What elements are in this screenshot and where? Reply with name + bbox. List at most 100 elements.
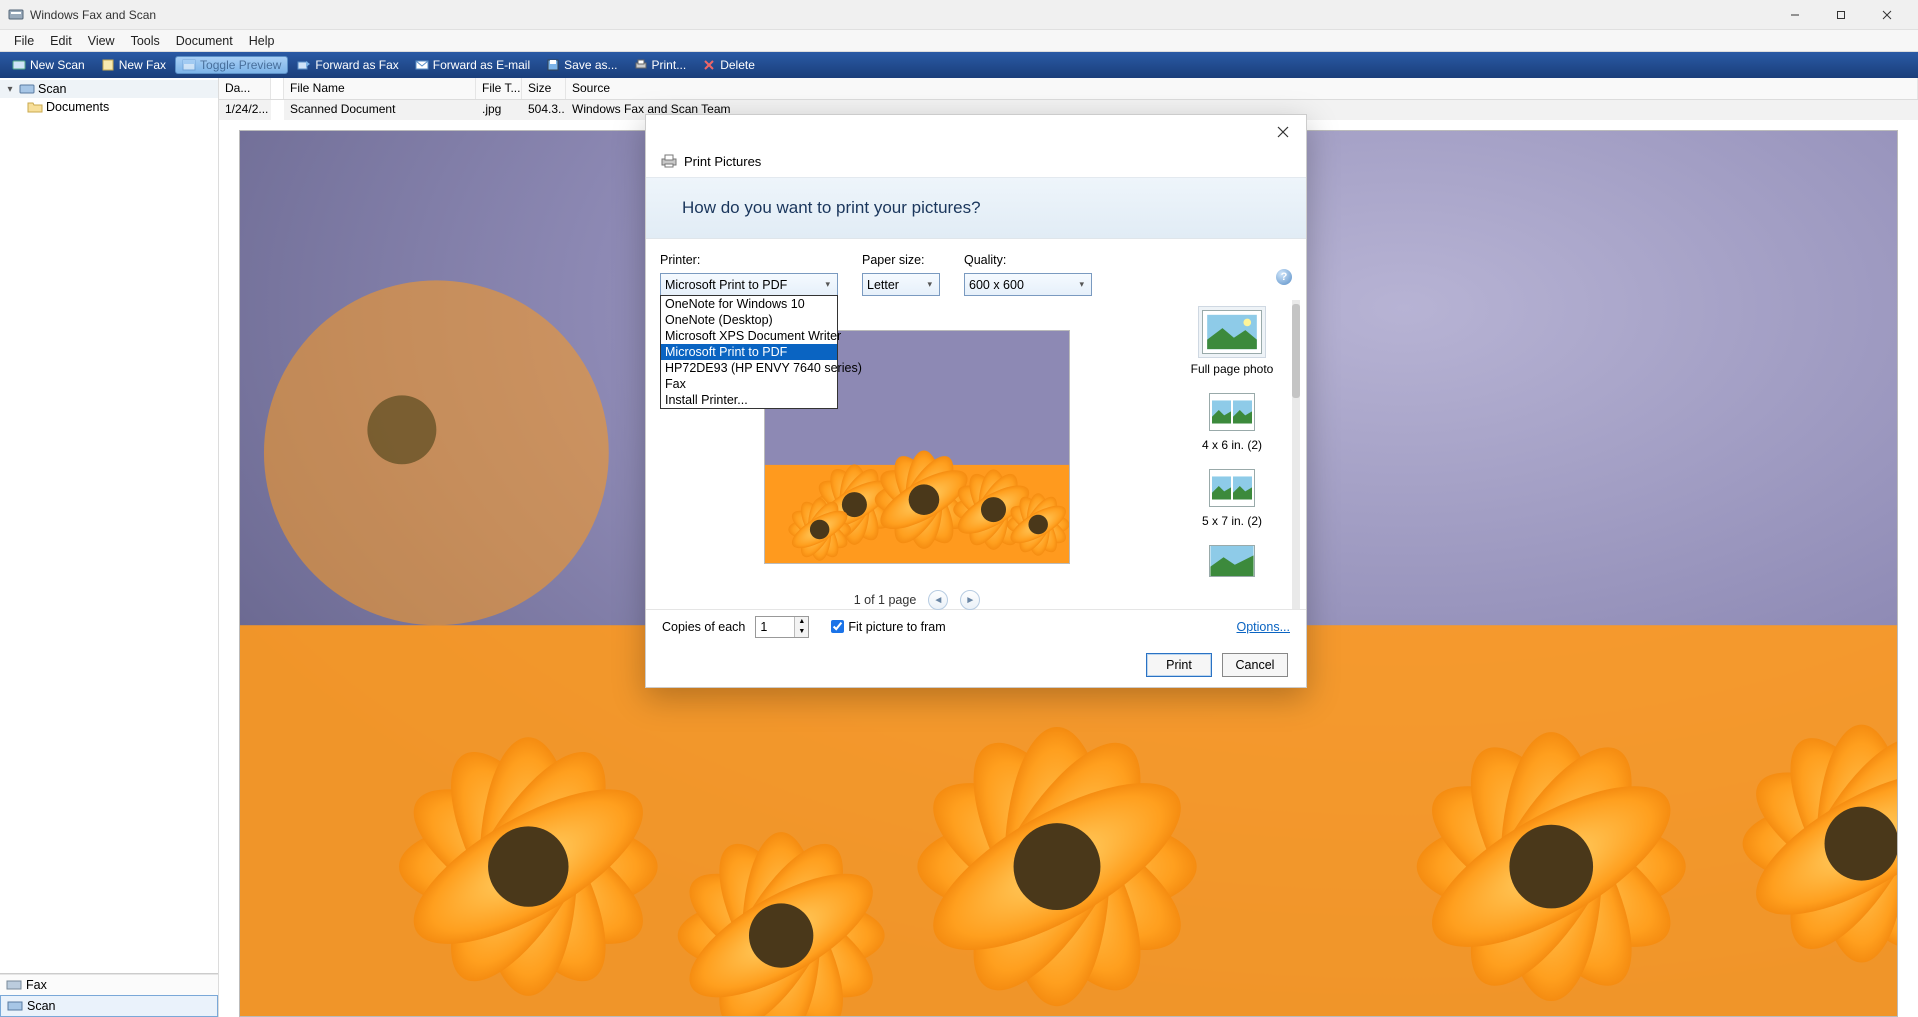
col-size[interactable]: Size: [522, 78, 566, 99]
printer-option[interactable]: Fax: [661, 376, 837, 392]
printer-option[interactable]: OneNote (Desktop): [661, 312, 837, 328]
new-fax-button[interactable]: New Fax: [94, 56, 173, 74]
pager-text: 1 of 1 page: [854, 593, 917, 607]
layout-full-label: Full page photo: [1191, 362, 1274, 376]
help-icon[interactable]: ?: [1276, 269, 1292, 285]
forward-fax-button[interactable]: Forward as Fax: [290, 56, 405, 74]
bottom-tab-scan-label: Scan: [27, 999, 56, 1013]
bottom-tab-fax[interactable]: Fax: [0, 974, 218, 995]
scrollbar-thumb[interactable]: [1292, 304, 1300, 398]
col-sort-indicator: [271, 78, 284, 99]
dialog-title: Print Pictures: [684, 154, 761, 169]
folder-icon: [27, 99, 43, 115]
chevron-down-icon: ▾: [1076, 279, 1087, 290]
left-nav: ▾ Scan Documents Fax Scan: [0, 78, 219, 1017]
close-button[interactable]: [1864, 0, 1910, 30]
printer-option[interactable]: HP72DE93 (HP ENVY 7640 series): [661, 360, 837, 376]
copies-label: Copies of each: [662, 620, 745, 634]
layout-more[interactable]: [1206, 542, 1258, 580]
paper-size-select[interactable]: Letter ▾: [862, 273, 940, 296]
fax-icon: [101, 58, 115, 72]
new-scan-button[interactable]: New Scan: [5, 56, 92, 74]
app-icon: [8, 7, 24, 23]
layout-4x6[interactable]: 4 x 6 in. (2): [1202, 390, 1262, 452]
print-icon: [634, 58, 648, 72]
copies-spinner[interactable]: ▲ ▼: [755, 616, 809, 638]
printer-dropdown: OneNote for Windows 10 OneNote (Desktop)…: [660, 295, 838, 409]
options-link[interactable]: Options...: [1237, 620, 1291, 634]
print-pictures-dialog: Print Pictures How do you want to print …: [645, 114, 1307, 688]
delete-icon: [702, 58, 716, 72]
fit-picture-checkbox[interactable]: [831, 620, 844, 633]
chevron-down-icon: ▾: [822, 279, 833, 290]
printer-selected-value: Microsoft Print to PDF: [665, 278, 787, 292]
fax-small-icon: [6, 978, 22, 992]
dialog-close-button[interactable]: [1268, 119, 1298, 145]
forward-fax-icon: [297, 58, 311, 72]
forward-email-icon: [415, 58, 429, 72]
dialog-heading: How do you want to print your pictures?: [646, 177, 1306, 239]
next-page-button[interactable]: ►: [960, 590, 980, 610]
maximize-button[interactable]: [1818, 0, 1864, 30]
printer-select[interactable]: Microsoft Print to PDF ▾: [660, 273, 838, 296]
menu-help[interactable]: Help: [241, 32, 283, 50]
preview-icon: [182, 58, 196, 72]
paper-label: Paper size:: [862, 253, 940, 267]
tree-item-documents[interactable]: Documents: [0, 98, 218, 116]
copies-up-button[interactable]: ▲: [794, 617, 808, 627]
quality-select[interactable]: 600 x 600 ▾: [964, 273, 1092, 296]
copies-down-button[interactable]: ▼: [794, 627, 808, 637]
bottom-tab-scan[interactable]: Scan: [0, 995, 218, 1017]
forward-email-button[interactable]: Forward as E-mail: [408, 56, 537, 74]
minimize-button[interactable]: [1772, 0, 1818, 30]
print-confirm-button[interactable]: Print: [1146, 653, 1212, 677]
quality-label: Quality:: [964, 253, 1092, 267]
toolbar: New Scan New Fax Toggle Preview Forward …: [0, 52, 1918, 78]
printer-option[interactable]: Microsoft XPS Document Writer: [661, 328, 837, 344]
menu-file[interactable]: File: [6, 32, 42, 50]
tree-root-label: Scan: [38, 82, 67, 96]
layout-5x7[interactable]: 5 x 7 in. (2): [1202, 466, 1262, 528]
printer-label: Printer:: [660, 253, 838, 267]
printer-option[interactable]: OneNote for Windows 10: [661, 296, 837, 312]
printer-option-selected[interactable]: Microsoft Print to PDF: [661, 344, 837, 360]
cancel-button[interactable]: Cancel: [1222, 653, 1288, 677]
col-filename[interactable]: File Name: [284, 78, 476, 99]
bottom-tab-fax-label: Fax: [26, 978, 47, 992]
menu-tools[interactable]: Tools: [123, 32, 168, 50]
quality-selected-value: 600 x 600: [969, 278, 1024, 292]
menu-view[interactable]: View: [80, 32, 123, 50]
layouts-scrollbar[interactable]: [1292, 300, 1300, 609]
cell-filetype: .jpg: [476, 100, 522, 120]
content-area: Da... File Name File T... Size Source 1/…: [219, 78, 1918, 1017]
paper-selected-value: Letter: [867, 278, 899, 292]
tree-item-label: Documents: [46, 100, 109, 114]
toggle-preview-button[interactable]: Toggle Preview: [175, 56, 288, 74]
col-date[interactable]: Da...: [219, 78, 271, 99]
menu-document[interactable]: Document: [168, 32, 241, 50]
layout-4x6-label: 4 x 6 in. (2): [1202, 438, 1262, 452]
menu-bar: File Edit View Tools Document Help: [0, 30, 1918, 52]
printer-option[interactable]: Install Printer...: [661, 392, 837, 408]
copies-input[interactable]: [756, 617, 794, 637]
scan-small-icon: [7, 999, 23, 1013]
save-icon: [546, 58, 560, 72]
col-source[interactable]: Source: [566, 78, 1918, 99]
delete-button[interactable]: Delete: [695, 56, 762, 74]
cell-filename: Scanned Document: [284, 100, 476, 120]
layout-full-page[interactable]: Full page photo: [1191, 306, 1274, 376]
tree-root-scan[interactable]: ▾ Scan: [0, 80, 218, 98]
col-filetype[interactable]: File T...: [476, 78, 522, 99]
scan-icon: [12, 58, 26, 72]
prev-page-button[interactable]: ◄: [928, 590, 948, 610]
menu-edit[interactable]: Edit: [42, 32, 80, 50]
fit-picture-label: Fit picture to fram: [848, 620, 945, 634]
print-button[interactable]: Print...: [627, 56, 694, 74]
cell-date: 1/24/2...: [219, 100, 271, 120]
layout-5x7-label: 5 x 7 in. (2): [1202, 514, 1262, 528]
save-as-button[interactable]: Save as...: [539, 56, 624, 74]
printer-icon: [660, 153, 678, 169]
scanner-icon: [19, 81, 35, 97]
collapse-icon[interactable]: ▾: [4, 84, 16, 95]
window-title: Windows Fax and Scan: [30, 8, 156, 22]
